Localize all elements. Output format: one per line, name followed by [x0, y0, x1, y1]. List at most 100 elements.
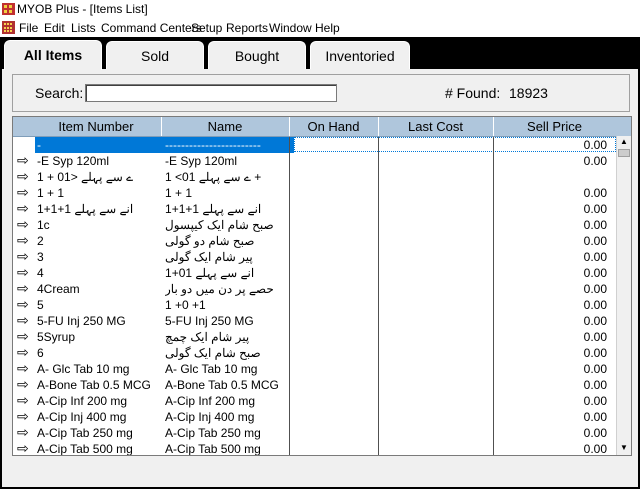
table-row[interactable]: ⇨ A-Cip Tab 250 mg A-Cip Tab 250 mg 0.00	[13, 424, 616, 441]
right-arrow-icon[interactable]: ⇨	[17, 280, 33, 296]
column-divider	[289, 137, 290, 455]
items-table: Item Number Name On Hand Last Cost Sell …	[12, 116, 632, 456]
sell-price-cell: 0.00	[583, 330, 607, 344]
scroll-thumb[interactable]	[618, 149, 630, 157]
menu-file[interactable]: File	[19, 21, 38, 35]
table-row[interactable]: ⇨ 1c صبح شام ایک کیپسول 0.00	[13, 216, 616, 233]
sell-price-cell: 0.00	[583, 426, 607, 440]
table-row[interactable]: ⇨ 4Cream حصے پر دن میں دو بار 0.00	[13, 280, 616, 297]
table-row[interactable]: ⇨ 1 + 01> ے سے پہلے ے سے پہلے 01> 1 +	[13, 168, 616, 185]
item-number-cell: A-Bone Tab 0.5 MCG	[37, 378, 151, 392]
right-arrow-icon[interactable]: ⇨	[17, 408, 33, 424]
tab-sold[interactable]: Sold	[106, 41, 204, 69]
sell-price-cell: 0.00	[583, 362, 607, 376]
item-name-cell: صبح شام دو گولی	[165, 234, 255, 248]
right-arrow-icon[interactable]: ⇨	[17, 200, 33, 216]
menu-help[interactable]: Help	[315, 21, 340, 35]
item-name-cell: صبح شام ایک گولی	[165, 346, 261, 360]
table-row[interactable]: ⇨ 6 صبح شام ایک گولی 0.00	[13, 344, 616, 361]
tab-all-items[interactable]: All Items	[4, 40, 102, 70]
menu-lists[interactable]: Lists	[71, 21, 96, 35]
column-sell-price[interactable]: Sell Price	[493, 117, 616, 136]
table-row[interactable]: ⇨ 5Syrup پیر شام ایک چمچ 0.00	[13, 328, 616, 345]
table-body: ⇨ - ------------------------ 0.00 ⇨ -E Syp 12…	[13, 136, 616, 456]
item-number-cell: 4	[37, 266, 44, 280]
table-row[interactable]: ⇨ A-Bone Tab 0.5 MCG A-Bone Tab 0.5 MCG 0.0…	[13, 376, 616, 393]
item-name-cell: A-Bone Tab 0.5 MCG	[165, 378, 279, 392]
table-row[interactable]: ⇨ 1+1+1 انے سے پہلے انے سے پہلے 1+1+1 0.00	[13, 200, 616, 217]
right-arrow-icon[interactable]: ⇨	[17, 264, 33, 280]
item-name-cell: 1 +0 +1	[165, 298, 206, 312]
document-window-icon[interactable]	[2, 21, 15, 34]
search-input[interactable]	[85, 84, 337, 102]
item-name-cell: ے سے پہلے 01> 1 +	[165, 170, 262, 184]
sell-price-cell: 0.00	[583, 202, 607, 216]
table-row[interactable]: ⇨ - ------------------------ 0.00	[13, 136, 616, 153]
right-arrow-icon[interactable]: ⇨	[17, 168, 33, 184]
menu-command-centers[interactable]: Command Centers	[101, 21, 202, 35]
sell-price-cell: 0.00	[583, 394, 607, 408]
item-number-cell: 5-FU Inj 250 MG	[37, 314, 126, 328]
right-arrow-icon[interactable]: ⇨	[17, 424, 33, 440]
right-arrow-icon[interactable]: ⇨	[17, 248, 33, 264]
right-arrow-icon[interactable]: ⇨	[17, 152, 33, 168]
column-on-hand[interactable]: On Hand	[289, 117, 378, 136]
title-bar: MYOB Plus - [Items List]	[0, 0, 640, 19]
right-arrow-icon[interactable]: ⇨	[17, 136, 33, 152]
right-arrow-icon[interactable]: ⇨	[17, 216, 33, 232]
item-name-cell: A-Cip Tab 500 mg	[165, 442, 261, 456]
item-number-cell: 1c	[37, 218, 50, 232]
sell-price-cell: 0.00	[583, 250, 607, 264]
table-row[interactable]: ⇨ 3 پیر شام ایک گولی 0.00	[13, 248, 616, 265]
menu-edit[interactable]: Edit	[44, 21, 65, 35]
scroll-up-icon[interactable]: ▲	[617, 136, 631, 148]
menu-window[interactable]: Window	[269, 21, 312, 35]
sell-price-cell: 0.00	[583, 378, 607, 392]
column-name[interactable]: Name	[161, 117, 289, 136]
table-row[interactable]: ⇨ 5-FU Inj 250 MG 5-FU Inj 250 MG 0.00	[13, 312, 616, 329]
item-number-cell: 4Cream	[37, 282, 80, 296]
sell-price-cell: 0.00	[583, 138, 607, 152]
item-number-cell: A- Glc Tab 10 mg	[37, 362, 130, 376]
item-name-cell: حصے پر دن میں دو بار	[165, 282, 274, 296]
column-last-cost[interactable]: Last Cost	[378, 117, 493, 136]
table-row[interactable]: ⇨ 4 انے سے پہلے 01+1 0.00	[13, 264, 616, 281]
right-arrow-icon[interactable]: ⇨	[17, 312, 33, 328]
sell-price-cell: 0.00	[583, 298, 607, 312]
column-item-number[interactable]: Item Number	[13, 117, 179, 136]
right-arrow-icon[interactable]: ⇨	[17, 184, 33, 200]
right-arrow-icon[interactable]: ⇨	[17, 296, 33, 312]
item-number-cell: A-Cip Inf 200 mg	[37, 394, 128, 408]
vertical-scrollbar[interactable]: ▲ ▼	[616, 136, 631, 455]
right-arrow-icon[interactable]: ⇨	[17, 440, 33, 455]
table-row[interactable]: ⇨ A- Glc Tab 10 mg A- Glc Tab 10 mg 0.00	[13, 360, 616, 377]
scroll-down-icon[interactable]: ▼	[617, 442, 631, 454]
item-number-cell: -	[37, 138, 41, 152]
menu-reports[interactable]: Reports	[226, 21, 268, 35]
sell-price-cell: 0.00	[583, 410, 607, 424]
table-row[interactable]: ⇨ 1 + 1 1 + 1 0.00	[13, 184, 616, 201]
tab-bought[interactable]: Bought	[208, 41, 306, 69]
table-row[interactable]: ⇨ -E Syp 120ml -E Syp 120ml 0.00	[13, 152, 616, 169]
table-row[interactable]: ⇨ A-Cip Inf 200 mg A-Cip Inf 200 mg 0.00	[13, 392, 616, 409]
column-divider	[493, 137, 494, 455]
found-count: 18923	[509, 85, 548, 101]
right-arrow-icon[interactable]: ⇨	[17, 232, 33, 248]
right-arrow-icon[interactable]: ⇨	[17, 328, 33, 344]
search-panel: Search: # Found: 18923	[12, 74, 630, 112]
tab-inventoried[interactable]: Inventoried	[310, 41, 410, 69]
item-number-cell: -E Syp 120ml	[37, 154, 110, 168]
right-arrow-icon[interactable]: ⇨	[17, 376, 33, 392]
menu-bar: File Edit Lists Command Centers Setup Re…	[0, 19, 640, 37]
table-row[interactable]: ⇨ A-Cip Tab 500 mg A-Cip Tab 500 mg 0.00	[13, 440, 616, 456]
item-number-cell: 1+1+1 انے سے پہلے	[37, 202, 134, 216]
item-number-cell: A-Cip Tab 250 mg	[37, 426, 133, 440]
table-row[interactable]: ⇨ 2 صبح شام دو گولی 0.00	[13, 232, 616, 249]
right-arrow-icon[interactable]: ⇨	[17, 392, 33, 408]
right-arrow-icon[interactable]: ⇨	[17, 360, 33, 376]
table-row[interactable]: ⇨ A-Cip Inj 400 mg A-Cip Inj 400 mg 0.00	[13, 408, 616, 425]
menu-setup[interactable]: Setup	[191, 21, 222, 35]
right-arrow-icon[interactable]: ⇨	[17, 344, 33, 360]
table-row[interactable]: ⇨ 5 1 +0 +1 0.00	[13, 296, 616, 313]
item-number-cell: 2	[37, 234, 44, 248]
